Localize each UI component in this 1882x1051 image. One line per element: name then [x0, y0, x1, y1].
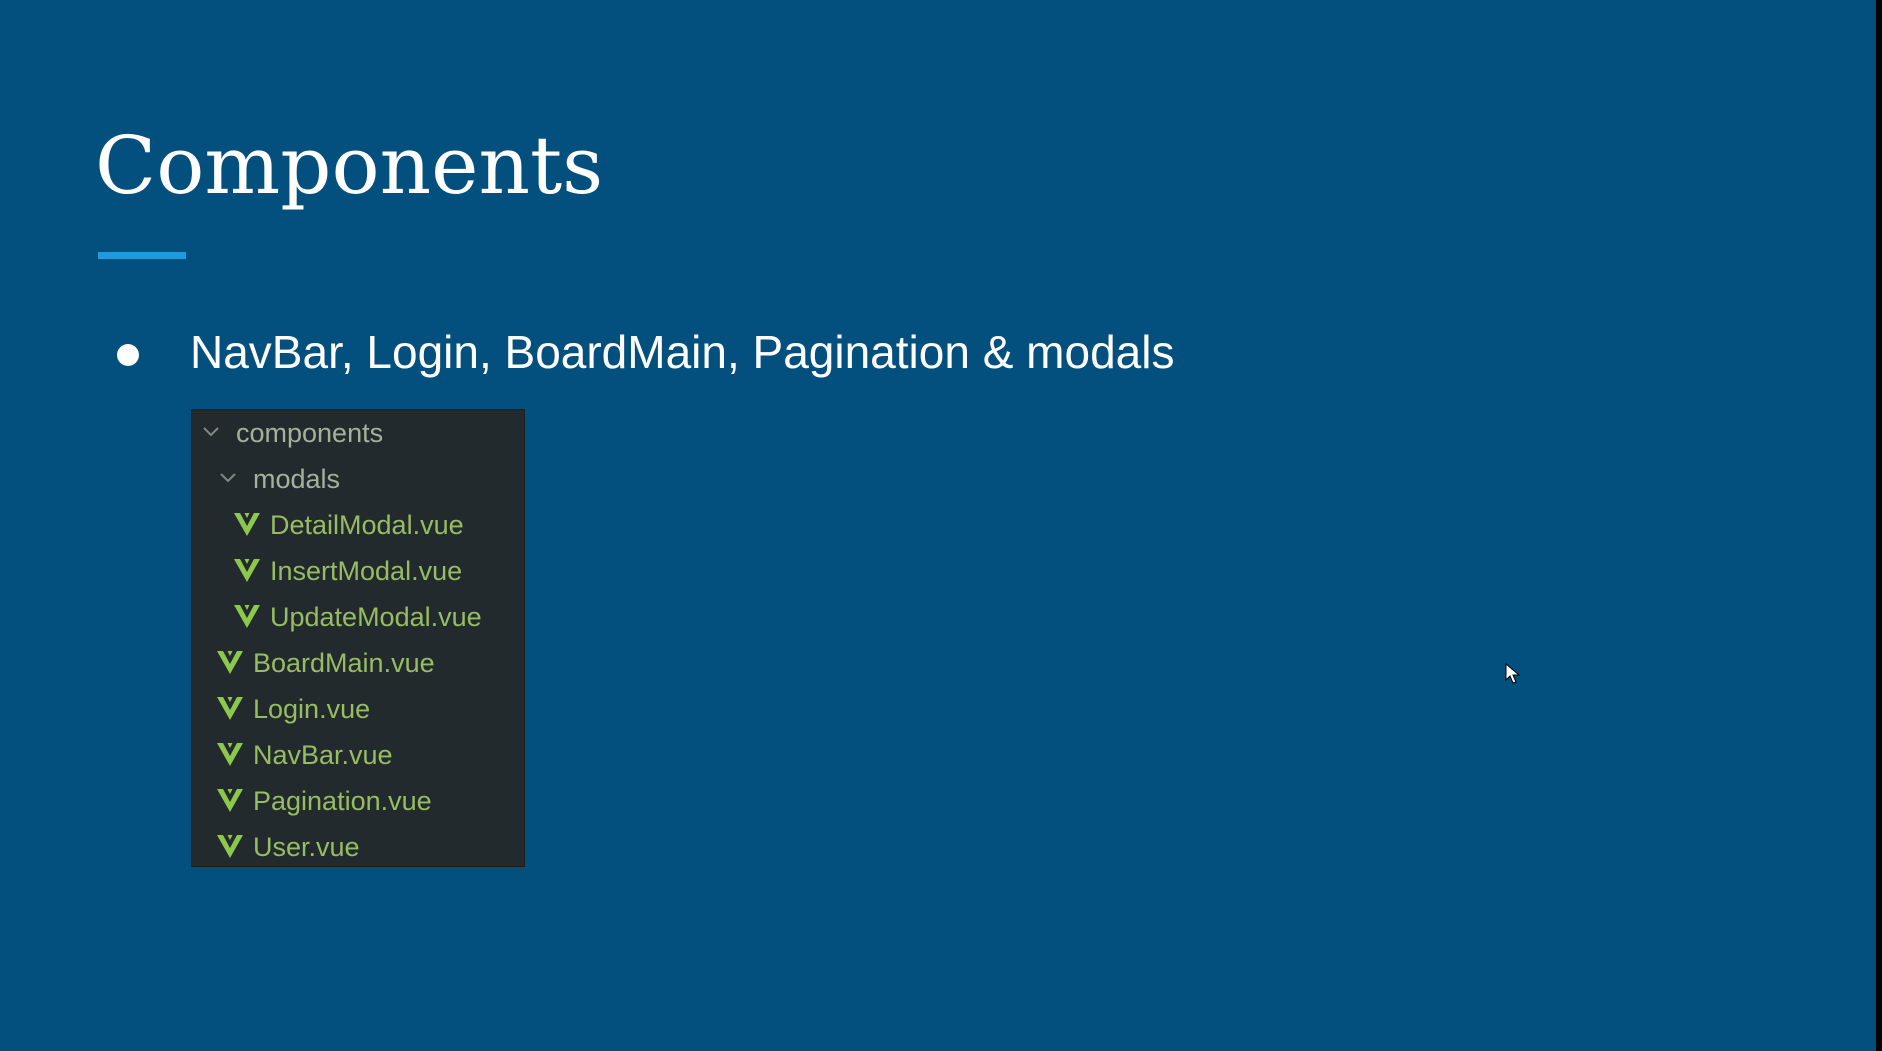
- tree-folder-components[interactable]: components: [192, 410, 526, 456]
- chevron-down-icon: [203, 427, 219, 437]
- vue-logo-icon: [217, 743, 243, 766]
- tree-file-boardmain[interactable]: BoardMain.vue: [192, 640, 526, 686]
- chevron-down-icon: [220, 473, 236, 483]
- tree-item-label: InsertModal.vue: [270, 556, 463, 586]
- tree-item-label: components: [236, 418, 384, 448]
- vue-logo-icon: [217, 789, 243, 812]
- tree-file-login[interactable]: Login.vue: [192, 686, 526, 732]
- vue-logo-icon: [217, 835, 243, 858]
- tree-folder-modals[interactable]: modals: [192, 456, 526, 502]
- tree-item-label: UpdateModal.vue: [270, 602, 482, 632]
- mouse-cursor-icon: [1505, 663, 1521, 684]
- slide-title: Components: [95, 119, 604, 212]
- vue-logo-icon: [234, 513, 260, 536]
- title-underline: [98, 252, 186, 259]
- file-explorer-screenshot: components modals DetailModal.vue Insert…: [191, 409, 525, 867]
- tree-item-label: User.vue: [253, 832, 360, 862]
- tree-file-pagination[interactable]: Pagination.vue: [192, 778, 526, 824]
- tree-item-label: DetailModal.vue: [270, 510, 464, 540]
- vue-logo-icon: [217, 697, 243, 720]
- tree-file-user[interactable]: User.vue: [192, 824, 526, 870]
- tree-file-detailmodal[interactable]: DetailModal.vue: [192, 502, 526, 548]
- bullet-dot: [117, 344, 139, 366]
- tree-file-updatemodal[interactable]: UpdateModal.vue: [192, 594, 526, 640]
- vue-logo-icon: [217, 651, 243, 674]
- slide: Components NavBar, Login, BoardMain, Pag…: [0, 0, 1876, 1051]
- bullet-text: NavBar, Login, BoardMain, Pagination & m…: [190, 326, 1175, 378]
- tree-item-label: NavBar.vue: [253, 740, 393, 770]
- tree-file-insertmodal[interactable]: InsertModal.vue: [192, 548, 526, 594]
- window-edge: [1876, 0, 1882, 1051]
- vue-logo-icon: [234, 559, 260, 582]
- vue-logo-icon: [234, 605, 260, 628]
- tree-item-label: BoardMain.vue: [253, 648, 435, 678]
- tree-item-label: modals: [253, 464, 341, 494]
- tree-item-label: Pagination.vue: [253, 786, 432, 816]
- tree-item-label: Login.vue: [253, 694, 371, 724]
- tree-file-navbar[interactable]: NavBar.vue: [192, 732, 526, 778]
